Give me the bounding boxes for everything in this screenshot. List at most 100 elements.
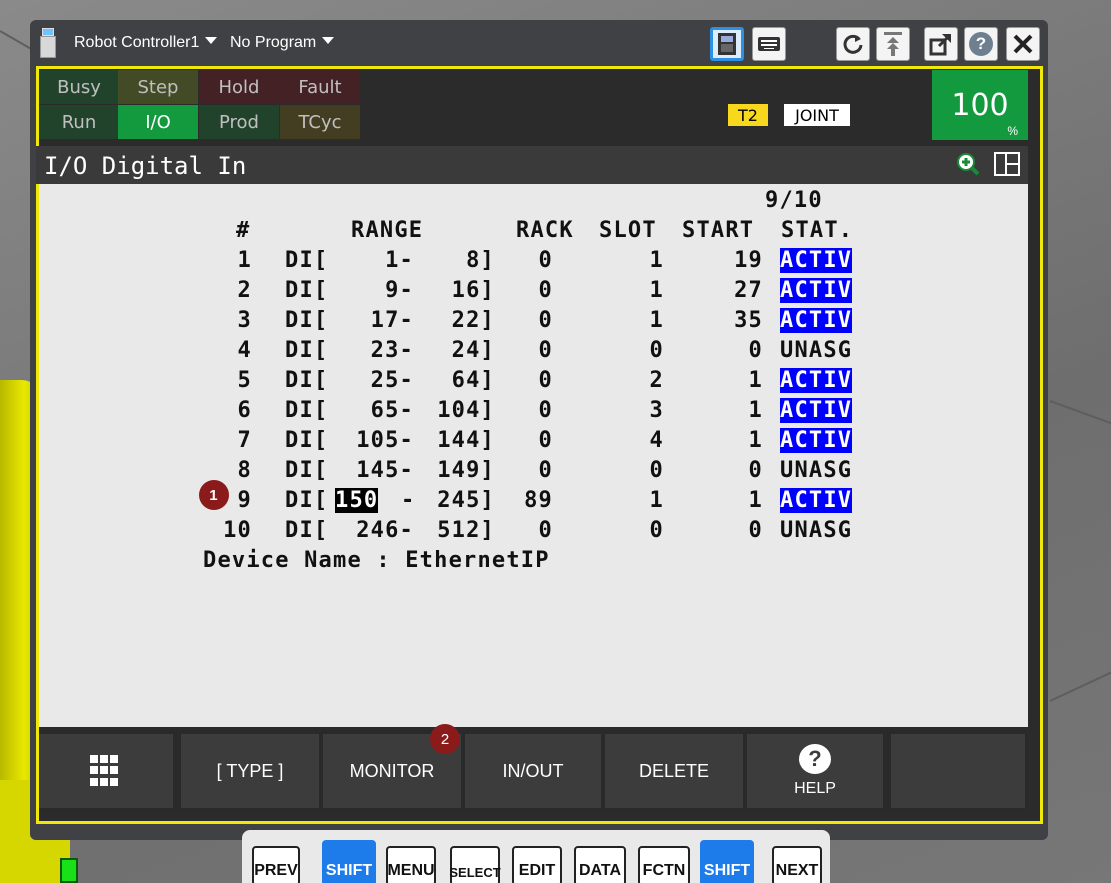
controller-selector[interactable]: Robot Controller1 xyxy=(74,34,218,52)
jog-button[interactable] xyxy=(876,27,910,61)
prev-key[interactable]: PREV xyxy=(252,846,300,883)
start-value[interactable]: 1 xyxy=(749,488,763,513)
shift-key-left[interactable]: SHIFT xyxy=(322,840,376,883)
rack-value[interactable]: 0 xyxy=(539,278,553,303)
close-icon xyxy=(1013,34,1033,54)
io-table: 9/10 # RANGE RACK SLOT START STAT. 1 DI[1… xyxy=(39,184,1028,727)
function-key-bar: [ TYPE ] MONITOR IN/OUT DELETE ? HELP xyxy=(39,730,1028,810)
row-number: 6 xyxy=(237,398,252,423)
layout-icon[interactable] xyxy=(994,152,1020,176)
slot-value[interactable]: 1 xyxy=(650,488,664,513)
zoom-in-icon[interactable] xyxy=(956,152,980,176)
range-to[interactable]: 104] xyxy=(437,398,495,423)
override-display[interactable]: 100 % xyxy=(932,70,1028,140)
fctn-key[interactable]: FCTN xyxy=(638,846,690,883)
next-key[interactable]: NEXT xyxy=(772,846,822,883)
range-from[interactable]: 9- xyxy=(385,278,414,303)
range-from[interactable]: 23- xyxy=(371,338,414,363)
status-value: ACTIV xyxy=(780,368,853,393)
range-to[interactable]: 8] xyxy=(466,248,495,273)
range-from[interactable]: 65- xyxy=(371,398,414,423)
row-number: 3 xyxy=(237,308,252,333)
coord-badge: JOINT xyxy=(784,104,850,126)
status-step: Step xyxy=(118,70,198,104)
range-to[interactable]: 22] xyxy=(452,308,495,333)
menu-key[interactable]: MENU xyxy=(386,846,436,883)
help-button[interactable]: ? xyxy=(964,27,998,61)
start-value[interactable]: 1 xyxy=(749,368,763,393)
range-prefix: DI[ xyxy=(285,428,329,453)
range-to[interactable]: 24] xyxy=(452,338,495,363)
range-to[interactable]: 512] xyxy=(437,518,495,543)
range-to[interactable]: 16] xyxy=(452,278,495,303)
slot-value[interactable]: 1 xyxy=(650,278,664,303)
rack-value[interactable]: 0 xyxy=(539,338,553,363)
range-from[interactable]: 246- xyxy=(356,518,414,543)
select-key[interactable]: SELECT xyxy=(449,846,501,883)
range-from[interactable]: 105- xyxy=(356,428,414,453)
slot-value[interactable]: 1 xyxy=(650,308,664,333)
program-selector[interactable]: No Program xyxy=(230,34,335,52)
range-to[interactable]: 245] xyxy=(437,488,495,513)
help-label: HELP xyxy=(794,780,836,797)
keyboard-button[interactable] xyxy=(752,27,786,61)
status-io: I/O xyxy=(118,105,198,139)
rack-value[interactable]: 0 xyxy=(539,248,553,273)
shift-key-right[interactable]: SHIFT xyxy=(700,840,754,883)
slot-value[interactable]: 2 xyxy=(650,368,664,393)
row-number: 7 xyxy=(237,428,252,453)
header-slot: SLOT xyxy=(599,218,657,243)
help-icon: ? xyxy=(969,32,993,56)
rack-value[interactable]: 0 xyxy=(539,308,553,333)
status-value: UNASG xyxy=(780,458,853,483)
status-run: Run xyxy=(39,105,119,139)
rack-value[interactable]: 0 xyxy=(539,428,553,453)
start-value[interactable]: 0 xyxy=(749,518,763,543)
page-title: I/O Digital In xyxy=(44,152,247,180)
external-link-button[interactable] xyxy=(924,27,958,61)
status-value: ACTIV xyxy=(780,488,853,513)
close-button[interactable] xyxy=(1006,27,1040,61)
range-to[interactable]: 64] xyxy=(452,368,495,393)
chevron-down-icon xyxy=(205,37,218,44)
slot-value[interactable]: 1 xyxy=(650,248,664,273)
start-value[interactable]: 35 xyxy=(734,308,763,333)
slot-value[interactable]: 0 xyxy=(650,518,664,543)
start-value[interactable]: 1 xyxy=(749,428,763,453)
range-to[interactable]: 149] xyxy=(437,458,495,483)
header-start: START xyxy=(682,218,755,243)
help-icon: ? xyxy=(799,744,831,774)
start-value[interactable]: 27 xyxy=(734,278,763,303)
range-prefix: DI[ xyxy=(285,278,329,303)
rack-value[interactable]: 0 xyxy=(539,368,553,393)
range-from[interactable]: 1- xyxy=(385,248,414,273)
delete-button[interactable]: DELETE xyxy=(605,734,743,808)
type-button[interactable]: [ TYPE ] xyxy=(181,734,319,808)
rack-value[interactable]: 89 xyxy=(524,488,553,513)
device-name: Device Name : EthernetIP xyxy=(203,548,550,573)
range-from[interactable]: 150 xyxy=(335,488,379,513)
range-from[interactable]: 17- xyxy=(371,308,414,333)
inout-button[interactable]: IN/OUT xyxy=(465,734,601,808)
range-to[interactable]: 144] xyxy=(437,428,495,453)
slot-value[interactable]: 3 xyxy=(650,398,664,423)
rack-value[interactable]: 0 xyxy=(539,398,553,423)
reset-button[interactable] xyxy=(836,27,870,61)
start-value[interactable]: 0 xyxy=(749,458,763,483)
rack-value[interactable]: 0 xyxy=(539,518,553,543)
slot-value[interactable]: 0 xyxy=(650,338,664,363)
rack-value[interactable]: 0 xyxy=(539,458,553,483)
edit-key[interactable]: EDIT xyxy=(512,846,562,883)
start-value[interactable]: 19 xyxy=(734,248,763,273)
slot-value[interactable]: 4 xyxy=(650,428,664,453)
range-from[interactable]: 25- xyxy=(371,368,414,393)
range-from[interactable]: 145- xyxy=(356,458,414,483)
slot-value[interactable]: 0 xyxy=(650,458,664,483)
data-key[interactable]: DATA xyxy=(574,846,626,883)
help-fkey-button[interactable]: ? HELP xyxy=(747,734,883,808)
teach-pendant-view-button[interactable] xyxy=(710,27,744,61)
empty-fkey[interactable] xyxy=(891,734,1025,808)
start-value[interactable]: 0 xyxy=(749,338,763,363)
start-value[interactable]: 1 xyxy=(749,398,763,423)
menu-grid-button[interactable] xyxy=(39,734,173,808)
